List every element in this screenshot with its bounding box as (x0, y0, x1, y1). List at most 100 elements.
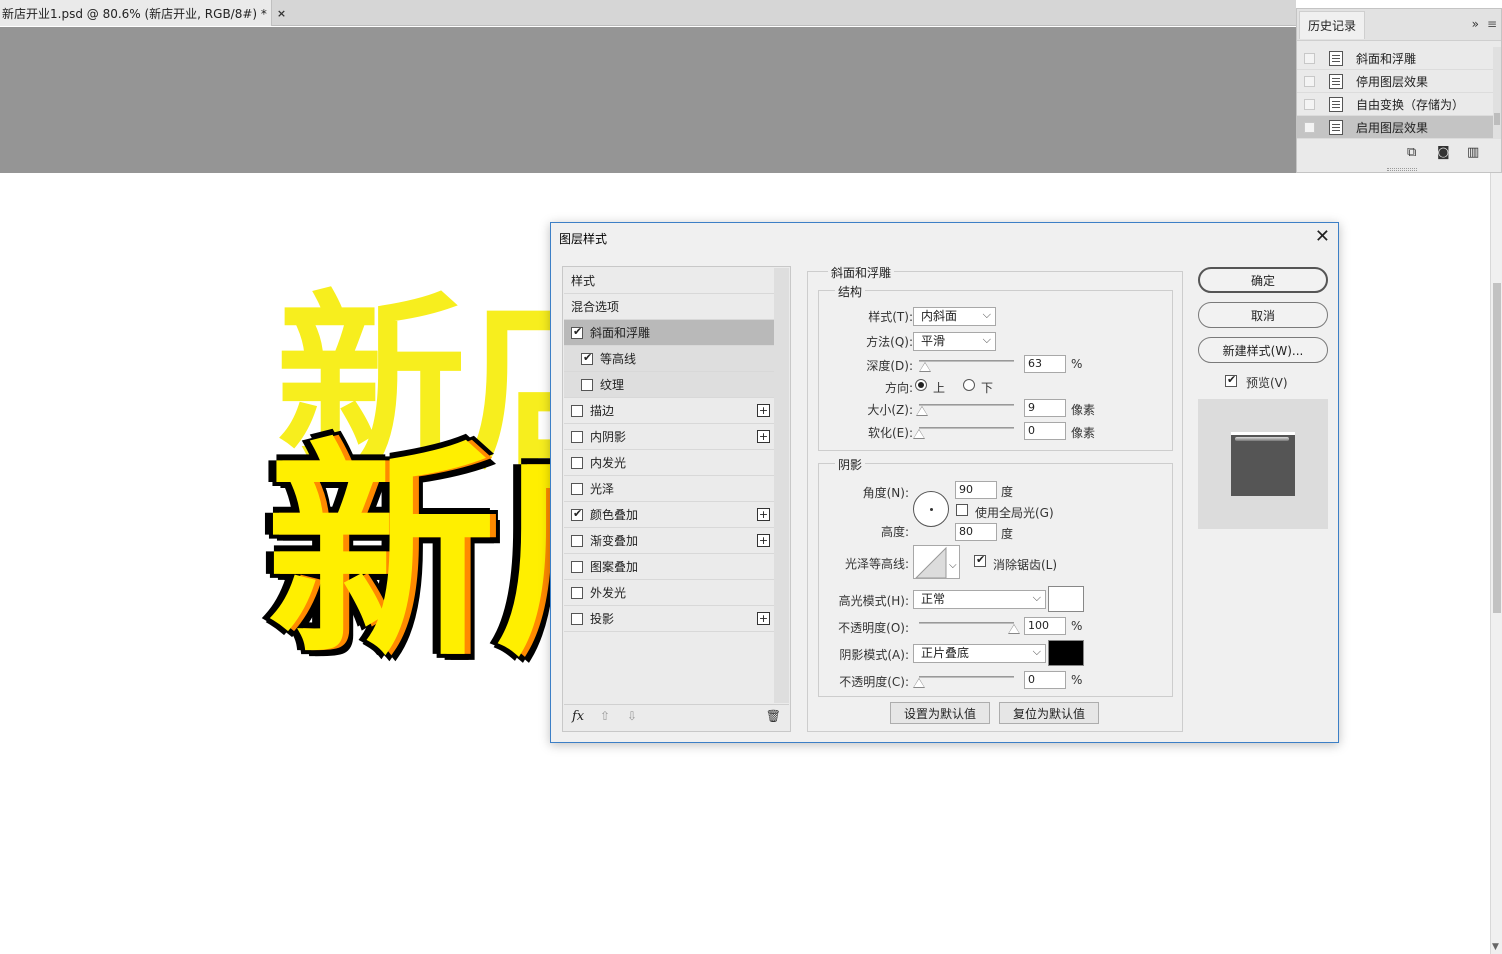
add-effect-icon[interactable]: + (757, 534, 770, 547)
size-slider[interactable] (919, 404, 1014, 406)
highlight-opacity-input[interactable]: 100 (1024, 617, 1066, 635)
new-style-button[interactable]: 新建样式(W)... (1198, 337, 1328, 363)
style-item-checkbox[interactable] (571, 404, 583, 417)
shadow-opacity-input[interactable]: 0 (1024, 671, 1066, 689)
style-item-checkbox[interactable] (571, 325, 583, 339)
history-scrollbar-thumb[interactable] (1494, 113, 1500, 125)
panel-collapse-icon[interactable]: » (1472, 17, 1479, 31)
style-item[interactable]: 内发光 (564, 450, 774, 476)
add-effect-icon[interactable]: + (757, 430, 770, 443)
add-effect-icon[interactable]: + (757, 508, 770, 521)
style-item-checkbox[interactable] (571, 560, 583, 573)
style-item-checkbox[interactable] (571, 586, 583, 599)
style-item-checkbox[interactable] (571, 612, 583, 625)
altitude-label: 高度: (880, 525, 909, 539)
history-item[interactable]: 自由变换（存储为） (1297, 93, 1493, 116)
style-item[interactable]: 图案叠加 (564, 554, 774, 580)
highlight-mode-select[interactable]: 正常 (913, 589, 1046, 609)
trash-icon[interactable]: ▥ (1467, 145, 1479, 160)
global-light-checkbox[interactable] (956, 504, 968, 516)
soften-slider-thumb[interactable] (913, 429, 925, 439)
style-list-header[interactable]: 样式 (564, 268, 774, 294)
move-up-icon[interactable]: ⇧ (600, 709, 610, 723)
history-item[interactable]: 停用图层效果 (1297, 70, 1493, 93)
style-item[interactable]: 投影 + (564, 606, 774, 632)
style-item-checkbox[interactable] (571, 482, 583, 495)
preview-checkbox[interactable] (1225, 373, 1237, 387)
tab-history[interactable]: 历史记录 (1299, 11, 1365, 39)
style-item[interactable]: 外发光 (564, 580, 774, 606)
panel-menu-icon[interactable]: ≡ (1487, 17, 1497, 31)
antialias-checkbox[interactable] (974, 553, 986, 567)
highlight-color-swatch[interactable] (1048, 586, 1084, 612)
add-effect-icon[interactable]: + (757, 404, 770, 417)
camera-icon[interactable]: ◙ (1437, 145, 1450, 160)
tab-close-icon[interactable]: × (277, 7, 286, 20)
technique-select[interactable]: 平滑 (913, 331, 996, 351)
reset-default-button[interactable]: 复位为默认值 (999, 702, 1099, 724)
style-item[interactable]: 内阴影 + (564, 424, 774, 450)
style-item-label: 纹理 (600, 378, 625, 392)
soften-slider[interactable] (919, 427, 1014, 429)
shadow-opacity-slider[interactable] (919, 676, 1014, 678)
shadow-mode-select[interactable]: 正片叠底 (913, 643, 1046, 663)
fx-icon[interactable]: fx (572, 709, 584, 724)
scrollbar-thumb[interactable] (1493, 283, 1501, 613)
depth-slider-thumb[interactable] (918, 362, 931, 372)
shadow-color-swatch[interactable] (1048, 640, 1084, 666)
style-item[interactable]: 颜色叠加 + (564, 502, 774, 528)
delete-effect-icon[interactable]: 🗑 (766, 709, 781, 723)
history-snapshot-checkbox[interactable] (1304, 121, 1315, 133)
vertical-scrollbar[interactable]: ▼ (1490, 173, 1502, 954)
scroll-down-icon[interactable]: ▼ (1492, 942, 1499, 952)
make-default-button[interactable]: 设置为默认值 (890, 702, 990, 724)
direction-down-radio[interactable] (963, 379, 975, 391)
ok-button[interactable]: 确定 (1198, 267, 1328, 293)
document-tab[interactable]: 新店开业1.psd @ 80.6% (新店开业, RGB/8#) * × (0, 0, 286, 26)
global-light-label: 使用全局光(G) (975, 506, 1054, 520)
gloss-contour-picker[interactable]: ⌵ (913, 545, 960, 579)
style-item-checkbox[interactable] (581, 378, 593, 391)
history-item[interactable]: 斜面和浮雕 (1297, 47, 1493, 70)
style-item[interactable]: 描边 + (564, 398, 774, 424)
size-slider-thumb[interactable] (916, 406, 929, 416)
blend-options-item[interactable]: 混合选项 (564, 294, 774, 320)
style-list: 样式 混合选项 斜面和浮雕等高线纹理描边 + 内阴影 + 内发光光泽颜色叠加 + 渐变叠加 +… (562, 266, 791, 732)
style-item-checkbox[interactable] (571, 507, 583, 521)
style-item[interactable]: 纹理 (564, 372, 774, 398)
direction-up-radio[interactable] (915, 379, 927, 391)
size-unit: 像素 (1071, 403, 1096, 417)
history-item[interactable]: 启用图层效果 (1297, 116, 1493, 139)
angle-unit: 度 (1001, 485, 1014, 499)
style-list-scrollbar[interactable] (774, 268, 789, 703)
depth-input[interactable]: 63 (1024, 355, 1066, 373)
soften-input[interactable]: 0 (1024, 422, 1066, 440)
panel-resize-grip[interactable] (1387, 168, 1417, 171)
shadow-opacity-thumb[interactable] (913, 678, 925, 688)
highlight-opacity-slider[interactable] (919, 622, 1014, 624)
history-snapshot-checkbox[interactable] (1304, 98, 1315, 110)
style-item[interactable]: 等高线 (564, 346, 774, 372)
style-item[interactable]: 斜面和浮雕 (564, 320, 774, 346)
angle-input[interactable]: 90 (955, 481, 997, 499)
history-scrollbar[interactable] (1493, 47, 1501, 139)
style-item-checkbox[interactable] (571, 456, 583, 469)
style-item-checkbox[interactable] (581, 351, 593, 365)
size-input[interactable]: 9 (1024, 399, 1066, 417)
bevel-style-select[interactable]: 内斜面 (913, 306, 996, 326)
style-item-checkbox[interactable] (571, 534, 583, 547)
style-item-checkbox[interactable] (571, 430, 583, 443)
new-document-icon[interactable]: ⧉ (1407, 145, 1416, 160)
history-snapshot-checkbox[interactable] (1304, 52, 1315, 64)
add-effect-icon[interactable]: + (757, 612, 770, 625)
cancel-button[interactable]: 取消 (1198, 302, 1328, 328)
altitude-input[interactable]: 80 (955, 523, 997, 541)
history-snapshot-checkbox[interactable] (1304, 75, 1315, 87)
angle-dial[interactable] (913, 491, 949, 527)
highlight-opacity-thumb[interactable] (1008, 624, 1020, 634)
move-down-icon[interactable]: ⇩ (627, 709, 637, 723)
depth-slider[interactable] (919, 360, 1014, 362)
close-icon[interactable]: ✕ (1315, 226, 1330, 247)
style-item[interactable]: 光泽 (564, 476, 774, 502)
style-item[interactable]: 渐变叠加 + (564, 528, 774, 554)
